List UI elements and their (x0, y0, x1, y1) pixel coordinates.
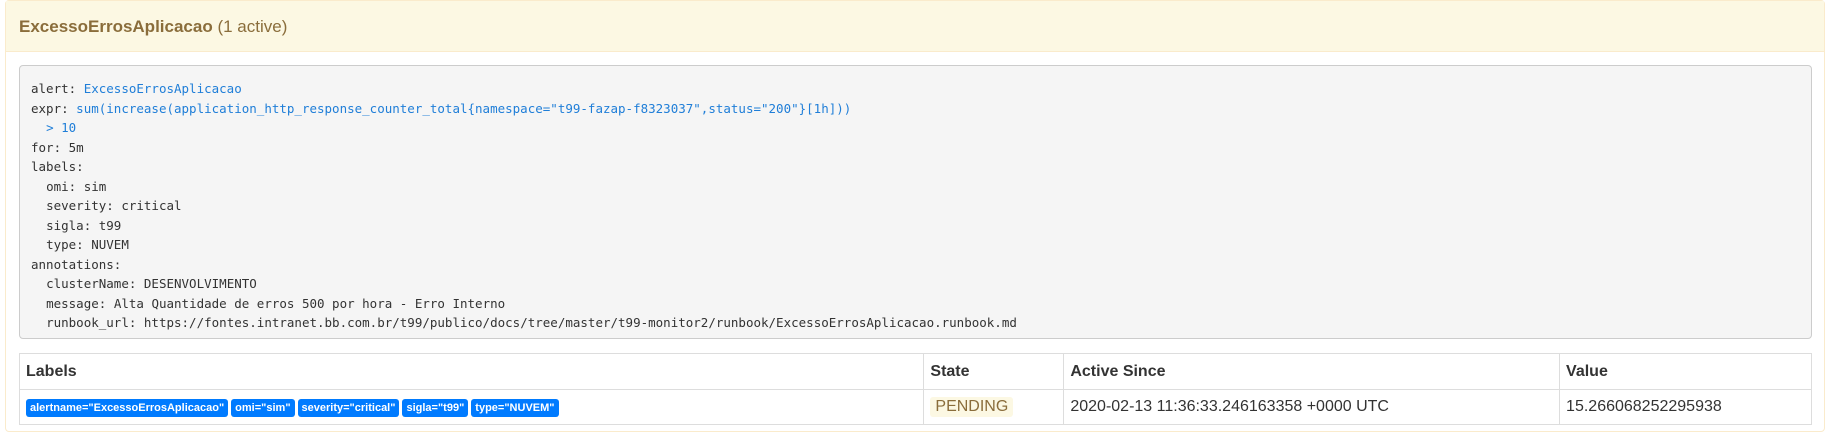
active-since-cell: 2020-02-13 11:36:33.246163358 +0000 UTC (1063, 389, 1561, 425)
rule-labels-line: labels: (31, 157, 1800, 177)
alerts-page: ExcessoErrosAplicacao (1 active) alert: … (0, 0, 1829, 434)
rule-annotation-line: clusterName: DESENVOLVIMENTO (31, 274, 1800, 294)
label-badge: alertname="ExcessoErrosAplicacao" (26, 398, 229, 417)
rule-label-line: omi: sim (31, 177, 1800, 197)
labels-column-header: Labels (18, 353, 925, 390)
rule-expr-line: expr: sum(increase(application_http_resp… (31, 99, 1800, 119)
labels-cell: alertname="ExcessoErrosAplicacao" omi="si… (18, 389, 925, 425)
rule-label-key: sigla: (46, 217, 92, 233)
rule-label-value: critical (121, 198, 182, 213)
rule-annotation-value: Alta Quantidade de erros 500 por hora - … (113, 295, 506, 311)
table-row: alertname="ExcessoErrosAplicacao" omi="si… (18, 389, 1812, 425)
rule-annotations-line: annotations: (31, 255, 1800, 275)
alert-rule-body: alert: ExcessoErrosAplicacao expr: sum(in… (6, 52, 1824, 425)
rule-runbook-url[interactable]: https://fontes.intranet.bb.com.br/t99/pu… (144, 315, 1017, 330)
rule-expr-value: sum(increase(application_http_response_c… (76, 100, 852, 116)
rule-annotation-value: DESENVOLVIMENTO (143, 276, 257, 291)
rule-annotation-key: runbook_url: (46, 315, 137, 330)
active-alerts-table: Labels State Active Since Value alertnam… (18, 353, 1812, 425)
rule-label-line: severity: critical (31, 196, 1800, 216)
rule-annotations-key: annotations: (31, 256, 122, 272)
state-cell: PENDING (923, 389, 1065, 425)
table-header-row: Labels State Active Since Value (18, 353, 1812, 390)
rule-label-value: sim (83, 178, 107, 194)
rule-alert-value: ExcessoErrosAplicacao (83, 81, 242, 96)
label-badge: type="NUVEM" (471, 398, 559, 417)
rule-label-line: type: NUVEM (31, 235, 1800, 255)
rule-label-key: severity: (46, 198, 114, 213)
state-badge: PENDING (930, 397, 1014, 417)
label-badge: sigla="t99" (402, 398, 469, 417)
alert-rule-panel: ExcessoErrosAplicacao (1 active) alert: … (5, 0, 1825, 432)
rule-label-value: NUVEM (91, 237, 129, 252)
rule-definition: alert: ExcessoErrosAplicacao expr: sum(in… (19, 65, 1812, 339)
rule-for-value: 5m (68, 139, 84, 155)
rule-annotation-line: message: Alta Quantidade de erros 500 po… (31, 294, 1800, 314)
alert-rule-name: ExcessoErrosAplicacao (19, 17, 213, 36)
rule-expr-key: expr: (31, 100, 69, 116)
rule-label-key: type: (46, 237, 84, 252)
rule-alert-line: alert: ExcessoErrosAplicacao (31, 79, 1800, 99)
rule-expr-line-2: > 10 (31, 118, 1800, 138)
label-badge: omi="sim" (231, 398, 295, 417)
rule-label-key: omi: (46, 178, 77, 194)
alert-rule-heading[interactable]: ExcessoErrosAplicacao (1 active) (6, 1, 1824, 52)
rule-expr-threshold: > 10 (46, 120, 77, 135)
label-badge: severity="critical" (297, 398, 400, 417)
rule-annotation-line: runbook_url: https://fontes.intranet.bb.… (31, 313, 1800, 333)
rule-alert-key: alert: (31, 81, 77, 96)
active-count: (1 active) (217, 17, 288, 36)
active-since-column-header: Active Since (1063, 353, 1561, 390)
state-column-header: State (923, 353, 1065, 390)
rule-annotation-key: clusterName: (46, 276, 137, 291)
rule-labels-key: labels: (31, 159, 84, 174)
rule-for-key: for: (31, 139, 62, 155)
rule-annotation-key: message: (46, 295, 107, 311)
value-cell: 15.266068252295938 (1559, 389, 1812, 425)
value-column-header: Value (1559, 353, 1812, 390)
rule-for-line: for: 5m (31, 138, 1800, 158)
rule-label-line: sigla: t99 (31, 216, 1800, 236)
rule-label-value: t99 (98, 217, 122, 233)
